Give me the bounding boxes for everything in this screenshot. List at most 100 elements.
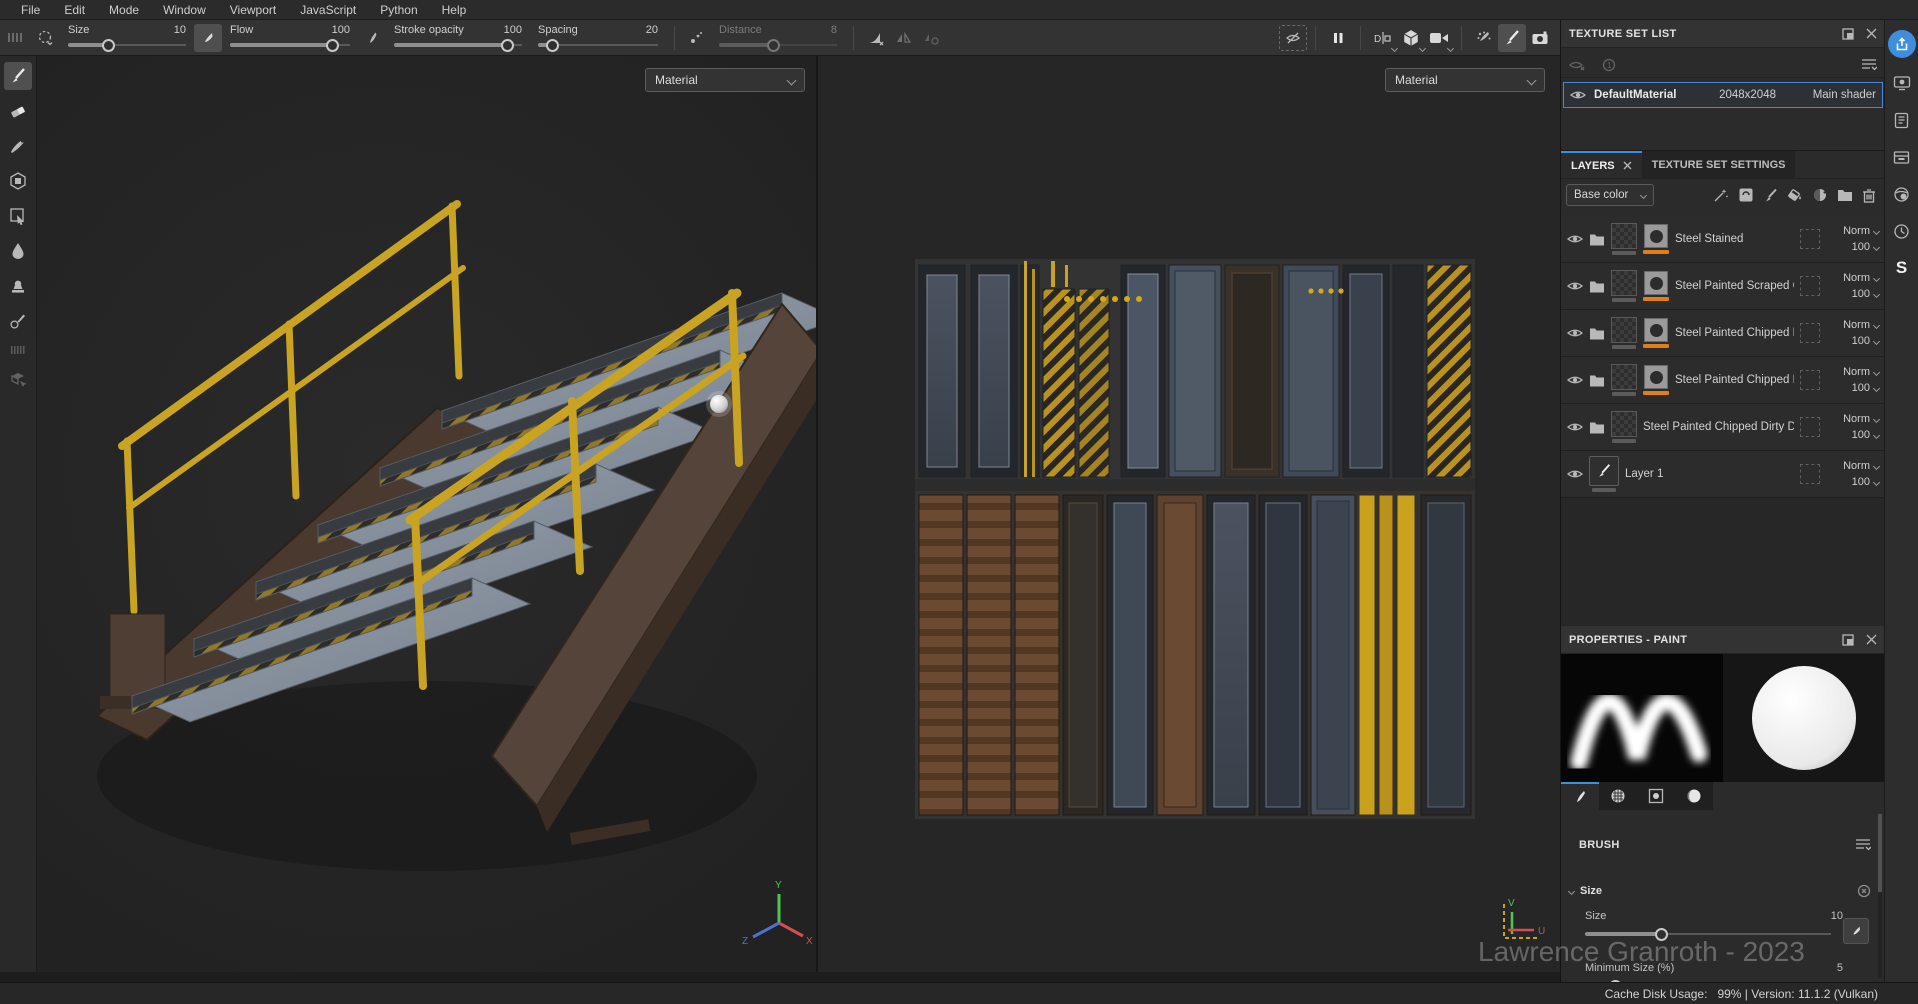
opacity-dropdown[interactable]: 100 xyxy=(1852,288,1879,300)
size-value[interactable]: 10 xyxy=(1831,910,1843,922)
add-paint-layer-icon[interactable] xyxy=(1763,188,1778,203)
spacing-value[interactable]: 20 xyxy=(646,24,658,36)
layer-row[interactable]: Steel Painted Chipped D... Norm 100 xyxy=(1561,357,1885,404)
particles-icon[interactable] xyxy=(1470,24,1498,52)
menu-javascript[interactable]: JavaScript xyxy=(289,0,367,20)
share-export-button[interactable] xyxy=(1888,30,1916,58)
spacing-slider[interactable] xyxy=(538,39,658,51)
blend-mode-dropdown[interactable]: Norm xyxy=(1843,319,1879,331)
properties-scrollbar[interactable] xyxy=(1878,814,1882,978)
brush-tip-icon[interactable] xyxy=(194,24,222,52)
minimum-size-value[interactable]: 5 xyxy=(1837,962,1843,974)
channel-filter-dropdown[interactable]: Base color xyxy=(1566,184,1654,206)
mask-thumbnail[interactable] xyxy=(1644,224,1668,248)
layer-row[interactable]: Layer 1 Norm 100 xyxy=(1561,451,1885,498)
size-value[interactable]: 10 xyxy=(174,24,186,36)
paint-mode-icon[interactable] xyxy=(1498,24,1526,52)
layer-thumbnail[interactable] xyxy=(1611,270,1637,296)
visibility-eye-icon[interactable] xyxy=(1567,280,1583,292)
add-fill-layer-icon[interactable] xyxy=(1738,187,1754,203)
pen-pressure-icon[interactable] xyxy=(358,24,386,52)
log-button[interactable] xyxy=(1890,108,1914,132)
layer-row[interactable]: Steel Painted Scraped G... Norm 100 xyxy=(1561,263,1885,310)
symmetry-settings-icon[interactable] xyxy=(918,24,946,52)
history-button[interactable] xyxy=(1890,219,1914,243)
menu-python[interactable]: Python xyxy=(369,0,428,20)
opacity-dropdown[interactable]: 100 xyxy=(1852,241,1879,253)
falloff-curve-icon[interactable] xyxy=(862,24,890,52)
menu-file[interactable]: File xyxy=(10,0,51,20)
paint-brush-tool[interactable] xyxy=(4,62,32,90)
menu-viewport[interactable]: Viewport xyxy=(219,0,287,20)
fill-bucket-icon[interactable] xyxy=(1787,187,1803,203)
paint-layer-thumbnail[interactable] xyxy=(1589,456,1619,486)
layer-thumbnail[interactable] xyxy=(1611,364,1637,390)
flow-slider[interactable] xyxy=(230,39,350,51)
menu-mode[interactable]: Mode xyxy=(98,0,150,20)
tab-alpha[interactable] xyxy=(1599,782,1637,810)
viewport-3d[interactable]: Y X Z Material xyxy=(37,56,816,972)
viewport-2d[interactable]: Material V U xyxy=(818,56,1560,972)
3d-cube-icon[interactable] xyxy=(1397,24,1425,52)
blend-mode-dropdown[interactable]: Norm xyxy=(1843,413,1879,425)
tab-stencil[interactable] xyxy=(1637,782,1675,810)
tab-texture-set-settings[interactable]: TEXTURE SET SETTINGS xyxy=(1642,151,1796,178)
viewer-settings-button[interactable] xyxy=(1890,182,1914,206)
size-slider[interactable] xyxy=(68,39,186,51)
mask-thumbnail[interactable] xyxy=(1644,318,1668,342)
layer-row[interactable]: Steel Stained Norm 100 xyxy=(1561,216,1885,263)
viewport-layout-icon[interactable]: D xyxy=(1369,24,1397,52)
brush-menu-icon[interactable] xyxy=(1855,838,1871,851)
opacity-dropdown[interactable]: 100 xyxy=(1852,476,1879,488)
blend-mode-dropdown[interactable]: Norm xyxy=(1843,460,1879,472)
close-panel-icon[interactable] xyxy=(1866,28,1877,39)
shading-mode-dropdown-2d[interactable]: Material xyxy=(1385,68,1545,92)
pause-engine-icon[interactable] xyxy=(1324,24,1352,52)
opacity-dropdown[interactable]: 100 xyxy=(1852,382,1879,394)
resources-drag-tool[interactable] xyxy=(4,365,32,393)
close-panel-icon[interactable] xyxy=(1866,634,1877,645)
shelf-button[interactable] xyxy=(1890,145,1914,169)
size-pressure-button[interactable] xyxy=(1843,918,1869,944)
tab-brush[interactable] xyxy=(1561,782,1599,810)
layer-thumbnail[interactable] xyxy=(1611,411,1637,437)
mask-thumbnail[interactable] xyxy=(1644,271,1668,295)
visibility-eye-icon[interactable] xyxy=(1567,468,1583,480)
display-settings-button[interactable] xyxy=(1890,71,1914,95)
shading-mode-dropdown-3d[interactable]: Material xyxy=(645,68,805,92)
visibility-eye-icon[interactable] xyxy=(1567,374,1583,386)
toolbar-grip-handle[interactable] xyxy=(8,33,24,42)
clone-stamp-tool[interactable] xyxy=(4,272,32,300)
group-folder-icon[interactable] xyxy=(1837,188,1853,202)
tab-material[interactable] xyxy=(1675,782,1713,810)
blend-mode-dropdown[interactable]: Norm xyxy=(1843,272,1879,284)
stroke-opacity-slider[interactable] xyxy=(394,39,522,51)
polygon-fill-tool[interactable] xyxy=(4,167,32,195)
menu-help[interactable]: Help xyxy=(431,0,478,20)
toggle-all-visibility-icon[interactable] xyxy=(1569,58,1587,72)
scatter-icon[interactable] xyxy=(683,24,711,52)
visibility-eye-icon[interactable] xyxy=(1570,89,1586,101)
stroke-opacity-value[interactable]: 100 xyxy=(504,24,522,36)
collapse-chevron-icon[interactable] xyxy=(1568,887,1575,894)
layer-row[interactable]: Steel Painted Chipped Dirty D... Norm 10… xyxy=(1561,404,1885,451)
eraser-tool[interactable] xyxy=(4,97,32,125)
projection-tool[interactable] xyxy=(4,132,32,160)
texture-set-row[interactable]: DefaultMaterial 2048x2048 Main shader xyxy=(1563,82,1883,108)
float-panel-icon[interactable] xyxy=(1842,28,1854,40)
material-picker-tool[interactable] xyxy=(4,307,32,335)
menu-edit[interactable]: Edit xyxy=(53,0,96,20)
reset-icon[interactable] xyxy=(1857,884,1871,898)
flow-value[interactable]: 100 xyxy=(332,24,350,36)
blend-mode-dropdown[interactable]: Norm xyxy=(1843,225,1879,237)
symmetry-icon[interactable] xyxy=(890,24,918,52)
delete-trash-icon[interactable] xyxy=(1862,188,1876,203)
tab-layers[interactable]: LAYERS xyxy=(1561,151,1642,178)
visibility-eye-icon[interactable] xyxy=(1567,233,1583,245)
layer-row[interactable]: Steel Painted Chipped D... Norm 100 xyxy=(1561,310,1885,357)
solo-visibility-icon[interactable]: 1 xyxy=(1601,58,1617,72)
blend-mode-dropdown[interactable]: Norm xyxy=(1843,366,1879,378)
add-smart-mask-icon[interactable] xyxy=(1812,187,1828,203)
snapshot-camera-icon[interactable] xyxy=(1526,24,1554,52)
layer-thumbnail[interactable] xyxy=(1611,223,1637,249)
